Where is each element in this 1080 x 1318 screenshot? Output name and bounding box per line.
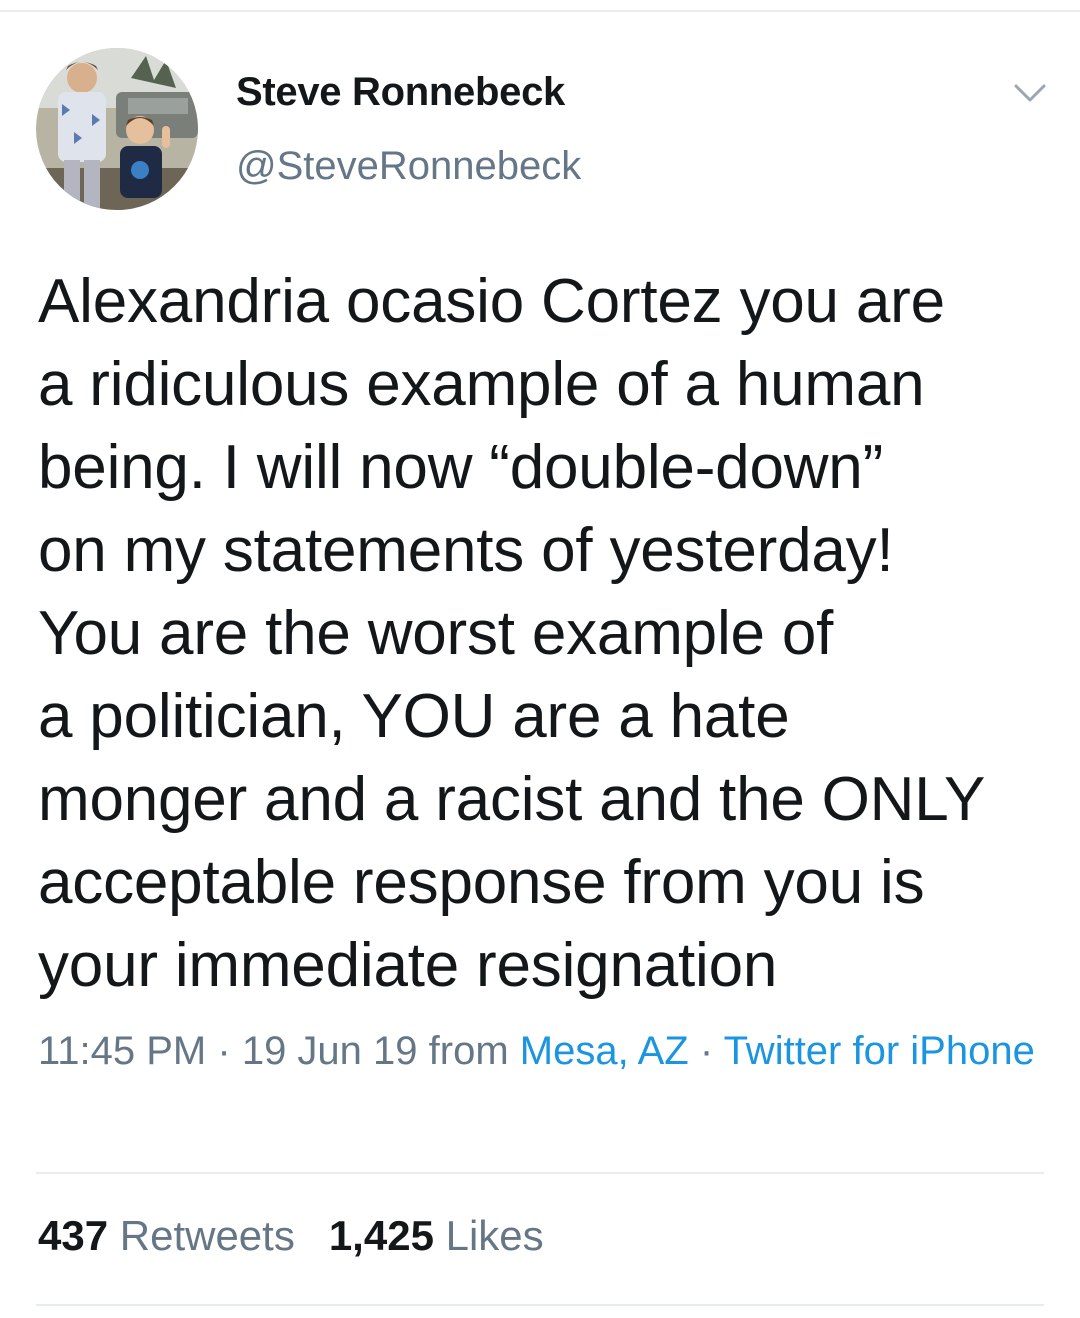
engagement-stats: 437 Retweets 1,425 Likes bbox=[38, 1212, 544, 1260]
likes-count: 1,425 bbox=[328, 1212, 434, 1259]
retweets-label: Retweets bbox=[119, 1212, 295, 1259]
tweet-metadata: 11:45 PM · 19 Jun 19 from Mesa, AZ · Twi… bbox=[38, 1022, 1048, 1080]
from-label: from bbox=[428, 1029, 509, 1073]
tweet-date[interactable]: 19 Jun 19 bbox=[242, 1029, 418, 1073]
meta-separator: · bbox=[217, 1029, 231, 1073]
likes-label: Likes bbox=[445, 1212, 544, 1259]
location-link[interactable]: Mesa, AZ bbox=[520, 1029, 689, 1073]
tweet-text: Alexandria ocasio Cortez you are a ridic… bbox=[38, 267, 986, 1000]
display-name[interactable]: Steve Ronnebeck bbox=[236, 70, 565, 115]
chevron-down-icon[interactable] bbox=[1010, 78, 1050, 108]
retweets-stat[interactable]: 437 Retweets bbox=[38, 1212, 295, 1259]
stats-divider-top bbox=[36, 1172, 1044, 1174]
stats-divider-bottom bbox=[36, 1304, 1044, 1306]
user-handle[interactable]: @SteveRonnebeck bbox=[236, 144, 581, 189]
top-divider bbox=[0, 0, 1080, 12]
meta-separator: · bbox=[699, 1029, 714, 1073]
likes-stat[interactable]: 1,425 Likes bbox=[329, 1212, 544, 1259]
source-link[interactable]: Twitter for iPhone bbox=[724, 1029, 1035, 1073]
retweets-count: 437 bbox=[38, 1212, 109, 1259]
avatar[interactable] bbox=[36, 48, 198, 210]
tweet-time[interactable]: 11:45 PM bbox=[38, 1029, 206, 1073]
